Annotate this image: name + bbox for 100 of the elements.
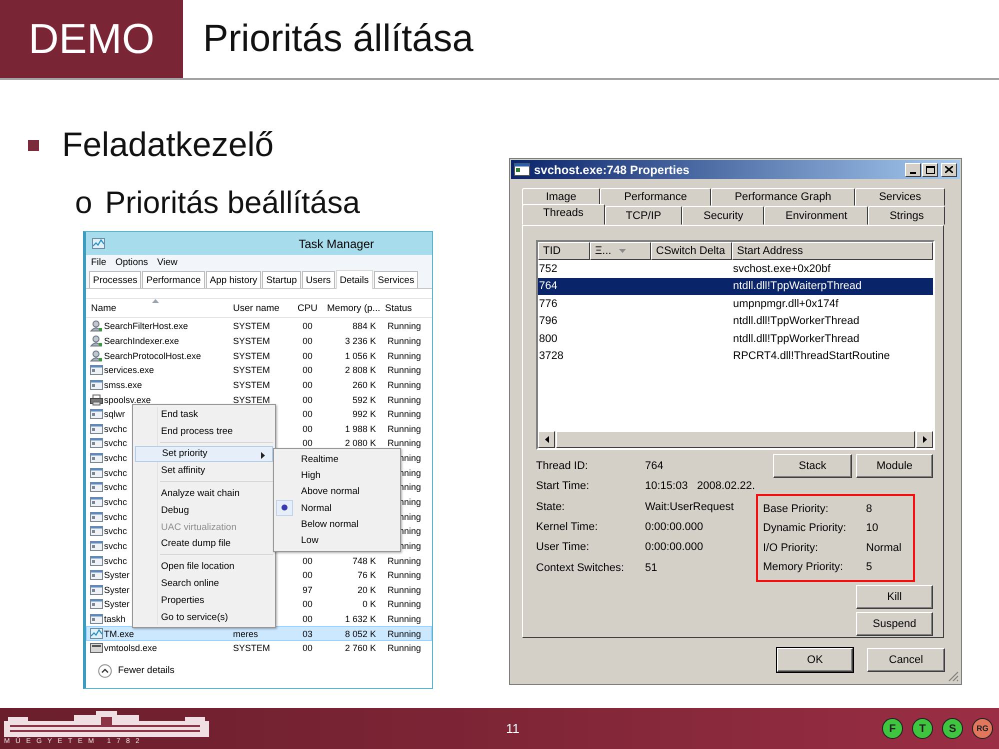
menu-item[interactable]: Options [115, 257, 148, 268]
tab[interactable]: Startup [262, 271, 301, 288]
selected-row[interactable]: 764 ntdll.dll!TppWaiterpThread [538, 278, 933, 295]
tab[interactable]: Users [302, 271, 335, 288]
column-header[interactable]: Status [380, 302, 432, 314]
process-name: svchc [104, 556, 128, 566]
maximize-button[interactable] [922, 162, 938, 176]
status-text: Running [386, 643, 422, 654]
radio-dot-icon [281, 504, 288, 512]
demo-badge: DEMO [0, 0, 183, 78]
tab[interactable]: Performance [142, 271, 205, 288]
tab[interactable]: TCP/IP [604, 206, 682, 225]
menu-item[interactable]: Low [274, 532, 400, 549]
start-address: svchost.exe+0x20bf [732, 262, 832, 275]
process-name: svchc [104, 512, 128, 522]
column-header[interactable]: Start Address [732, 242, 933, 260]
tab[interactable]: Details [336, 270, 373, 289]
app-icon [92, 238, 105, 250]
fewer-details-link[interactable]: Fewer details [118, 665, 174, 676]
thread-action-button[interactable]: Kill [856, 585, 933, 609]
window-title: Task Manager [298, 236, 374, 250]
status-text: Running [386, 336, 422, 346]
cancel-button[interactable]: Cancel [867, 648, 945, 672]
menu-item[interactable]: End process tree [135, 422, 273, 440]
logo-badge: S [942, 718, 963, 739]
menu-item[interactable]: Debug [135, 502, 273, 519]
column-header[interactable]: Name [86, 302, 228, 314]
field-value: Wait:UserRequest [645, 500, 735, 513]
window-icon [90, 613, 103, 626]
menu-item[interactable]: Normal [274, 500, 400, 516]
column-header[interactable]: User name [228, 302, 293, 314]
field-label: Base Priority: [763, 502, 830, 515]
memory-value: 748 K [351, 556, 377, 566]
column-header[interactable]: CSwitch Delta [651, 242, 732, 260]
selected-row[interactable]: TM.exe meres 03 8 052 K Running [86, 626, 432, 642]
menu-item[interactable]: Go to service(s) [135, 608, 273, 626]
process-name: Syster [104, 570, 130, 580]
menu-item[interactable]: File [91, 257, 106, 268]
menu-item[interactable]: Realtime [274, 451, 400, 468]
tab[interactable]: Threads [522, 204, 605, 225]
tab[interactable]: Performance [600, 188, 711, 206]
column-header[interactable]: Ξ... [590, 242, 651, 260]
memory-value: 3 236 K [344, 336, 377, 346]
menu-item[interactable]: Analyze wait chain [135, 485, 273, 502]
field-label: Thread ID: [536, 460, 589, 472]
cpu-value: 00 [301, 380, 314, 390]
column-header[interactable]: CPU [293, 302, 322, 314]
memory-value: 260 K [351, 380, 377, 390]
ok-button[interactable]: OK [777, 648, 853, 672]
minimize-button[interactable] [905, 162, 921, 176]
window-icon [90, 364, 103, 376]
window-icon [90, 378, 103, 391]
menu-item[interactable]: Above normal [274, 484, 400, 500]
process-name: sqlwr [104, 409, 126, 420]
close-button[interactable] [941, 162, 957, 176]
resize-grip-icon[interactable] [948, 671, 959, 682]
tab[interactable]: Performance Graph [710, 188, 856, 206]
cpu-value: 00 [301, 365, 314, 376]
tab[interactable]: App history [206, 271, 262, 288]
menu-item[interactable]: View [157, 257, 178, 268]
menu-item[interactable]: Properties [135, 592, 273, 609]
menu-item[interactable]: Set priority [135, 446, 273, 462]
menu-item[interactable]: Create dump file [135, 536, 273, 552]
start-address: umpnpmgr.dll+0x174f [732, 298, 840, 310]
scroll-right-button[interactable] [916, 431, 933, 448]
process-name: Syster [104, 584, 130, 595]
thread-button[interactable]: Module [856, 454, 933, 478]
chevron-up-icon[interactable] [98, 664, 112, 678]
menu-item[interactable]: Open file location [135, 558, 273, 576]
field-label: State: [536, 500, 566, 513]
memory-value: 992 K [351, 409, 377, 420]
tab[interactable]: Strings [868, 206, 945, 225]
user-name: SYSTEM [232, 321, 272, 332]
status-text: Running [386, 556, 422, 566]
process-name: SearchFilterHost.exe [104, 321, 188, 332]
status-text: Running [386, 365, 422, 376]
submenu-arrow-icon [261, 452, 265, 459]
thread-id: 752 [538, 262, 558, 275]
tab[interactable]: Services [855, 188, 945, 206]
column-header[interactable]: Memory (p... [322, 302, 380, 314]
tab[interactable]: Security [682, 206, 764, 225]
menu-item[interactable]: High [274, 467, 400, 484]
field-value: 10:15:03 2008.02.22. [645, 480, 756, 492]
process-name: svchc [104, 438, 128, 448]
menu-item[interactable]: Set affinity [135, 462, 273, 480]
close-icon [945, 166, 953, 173]
window-icon [90, 525, 103, 538]
tab[interactable]: Services [374, 271, 418, 288]
thread-action-button[interactable]: Suspend [856, 612, 933, 636]
menu-item[interactable]: End task [135, 406, 273, 423]
window-icon [90, 437, 103, 450]
scroll-left-button[interactable] [538, 431, 555, 448]
column-header[interactable]: TID [538, 242, 590, 260]
menu-item[interactable]: Search online [135, 575, 273, 592]
tab[interactable]: Environment [764, 206, 868, 225]
tab[interactable]: Processes [89, 271, 142, 288]
thread-button[interactable]: Stack [773, 454, 852, 478]
cpu-value: 00 [301, 438, 314, 448]
field-value: 51 [645, 562, 658, 574]
menu-item[interactable]: Below normal [274, 516, 400, 532]
